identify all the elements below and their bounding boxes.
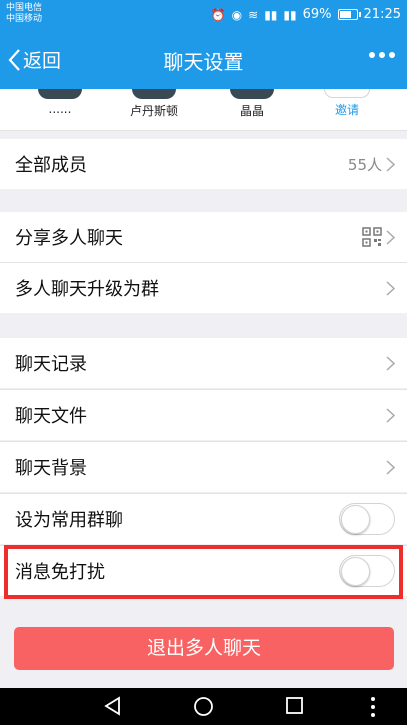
header-bar: 返回 聊天设置 [0, 32, 407, 89]
menu-dots-icon[interactable] [370, 696, 376, 718]
toggle-knob [341, 505, 370, 534]
member-item[interactable]: 晶晶 [212, 89, 292, 119]
row-label: 分享多人聊天 [15, 228, 123, 249]
row-label: 消息免打扰 [15, 562, 105, 583]
row-right [386, 459, 395, 475]
chevron-right-icon [386, 280, 395, 296]
row-right [339, 555, 395, 587]
member-strip: ...... 卢丹斯顿 晶晶 邀请 [0, 89, 407, 131]
chat-history-row[interactable]: 聊天记录 [0, 338, 407, 388]
carrier-info: 中国电信 中国移动 [6, 3, 42, 25]
signal-2-icon: ▮▮ [283, 7, 297, 22]
row-right [386, 407, 395, 423]
avatar [38, 89, 82, 99]
row-right [386, 355, 395, 371]
row-label: 聊天文件 [15, 406, 87, 427]
invite-label: 邀请 [334, 103, 359, 117]
alarm-icon: ⏰ [210, 7, 226, 22]
row-right: 55人 [348, 154, 395, 175]
toggle-knob [341, 557, 370, 586]
avatar [132, 89, 176, 99]
qr-code-icon [362, 227, 382, 247]
upgrade-to-group-row[interactable]: 多人聊天升级为群 [0, 263, 407, 313]
member-name: ...... [48, 102, 72, 116]
carrier-1: 中国电信 [6, 3, 43, 13]
row-label: 多人聊天升级为群 [15, 279, 159, 300]
exit-chat-button[interactable]: 退出多人聊天 [14, 627, 394, 670]
status-bar: 中国电信 中国移动 ⏰ ◉ ≋ ▮▮ ▮▮ 69% 21:25 [0, 0, 407, 32]
all-members-row[interactable]: 全部成员 55人 [0, 139, 407, 189]
page-title: 聊天设置 [163, 50, 244, 74]
chat-files-row[interactable]: 聊天文件 [0, 390, 407, 440]
back-triangle-icon[interactable] [103, 696, 123, 716]
share-chat-row[interactable]: 分享多人聊天 [0, 212, 407, 262]
row-label: 设为常用群聊 [15, 510, 123, 531]
recent-apps-icon[interactable] [285, 696, 304, 715]
do-not-disturb-toggle[interactable] [339, 555, 395, 587]
member-item[interactable]: ...... [20, 89, 100, 116]
dot [379, 52, 385, 58]
row-label: 聊天背景 [15, 458, 87, 479]
chevron-right-icon [386, 407, 395, 423]
chevron-right-icon [386, 459, 395, 475]
row-label: 聊天记录 [15, 354, 87, 375]
more-menu-icon[interactable] [369, 52, 395, 58]
carrier-2: 中国移动 [6, 14, 43, 24]
chevron-right-icon [386, 229, 395, 245]
home-circle-icon[interactable] [193, 696, 214, 717]
system-nav-bar [0, 688, 407, 725]
battery-icon [337, 9, 361, 20]
battery-percent: 69% [302, 7, 332, 22]
chat-background-row[interactable]: 聊天背景 [0, 442, 407, 492]
chevron-right-icon [386, 156, 395, 172]
member-count: 55人 [347, 155, 382, 174]
member-item[interactable]: 卢丹斯顿 [114, 89, 194, 119]
status-icons: ⏰ ◉ ≋ ▮▮ ▮▮ 69% 21:25 [211, 7, 401, 22]
signal-icon: ▮▮ [264, 7, 278, 22]
member-name: 卢丹斯顿 [129, 104, 178, 118]
chevron-right-icon [386, 355, 395, 371]
member-name: 晶晶 [239, 104, 264, 118]
eye-icon: ◉ [231, 7, 243, 22]
row-right [386, 280, 395, 296]
avatar [230, 89, 274, 99]
wifi-icon: ≋ [248, 7, 259, 22]
row-right [362, 227, 395, 247]
row-label: 全部成员 [15, 155, 87, 176]
dot [389, 52, 395, 58]
row-right [339, 503, 395, 535]
frequent-group-toggle[interactable] [339, 503, 395, 535]
avatar [324, 89, 370, 98]
do-not-disturb-row: 消息免打扰 [0, 546, 407, 596]
frequent-group-row: 设为常用群聊 [0, 494, 407, 544]
dot [369, 52, 375, 58]
clock: 21:25 [363, 7, 401, 22]
invite-button[interactable]: 邀请 [307, 89, 387, 118]
